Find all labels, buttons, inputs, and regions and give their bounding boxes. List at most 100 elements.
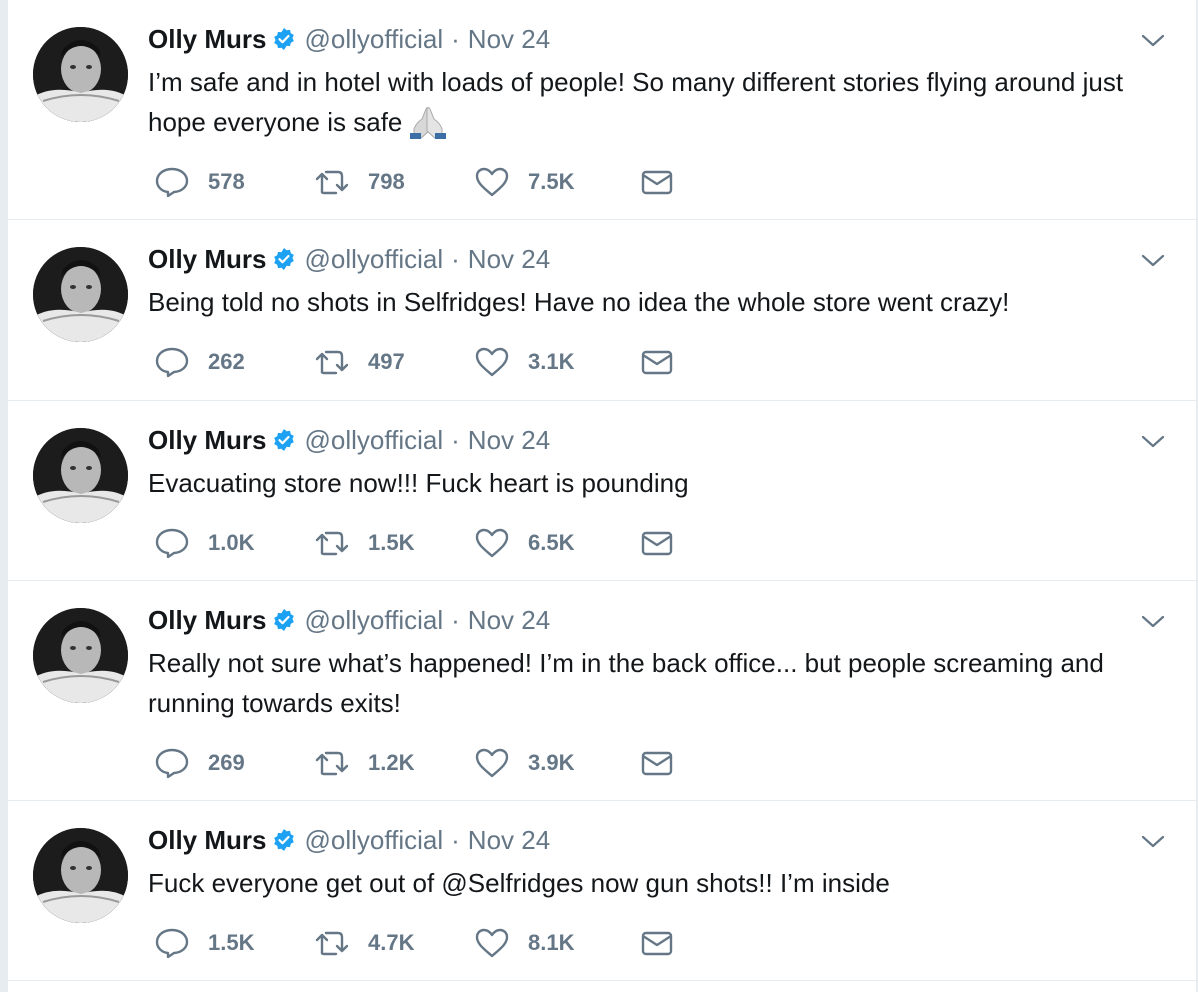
separator: · (451, 243, 460, 274)
like-count: 3.9K (528, 750, 575, 775)
retweet-count: 497 (368, 349, 405, 374)
avatar[interactable] (33, 428, 128, 523)
envelope-icon[interactable] (640, 167, 674, 197)
display-name[interactable]: Olly Murs (148, 24, 266, 55)
reply-count: 578 (208, 169, 245, 194)
chevron-down-icon[interactable] (1140, 433, 1166, 451)
verified-badge-icon (274, 28, 295, 50)
avatar[interactable] (33, 247, 128, 342)
timestamp[interactable]: Nov 24 (468, 605, 550, 636)
heart-icon (475, 528, 509, 558)
retweet-count: 1.2K (368, 750, 415, 775)
separator: · (451, 604, 460, 635)
reply-count: 1.0K (208, 530, 255, 555)
display-name[interactable]: Olly Murs (148, 605, 266, 636)
retweet-icon (315, 531, 349, 556)
retweet-button[interactable]: 497 (314, 346, 474, 378)
timestamp[interactable]: Nov 24 (468, 24, 550, 55)
chevron-down-icon[interactable] (1140, 32, 1166, 50)
like-button[interactable]: 3.1K (474, 346, 634, 378)
heart-icon (475, 347, 509, 377)
tweet-text: I’m safe and in hotel with loads of peop… (148, 62, 1168, 142)
like-button[interactable]: 8.1K (474, 927, 634, 959)
timestamp[interactable]: Nov 24 (468, 244, 550, 275)
retweet-count: 1.5K (368, 530, 415, 555)
like-button[interactable]: 6.5K (474, 527, 634, 559)
tweet-actions: 1.5K 4.7K 8.1K (154, 927, 674, 959)
tweet-header: Olly Murs @ollyofficial · Nov 24 (148, 242, 550, 276)
retweet-count: 4.7K (368, 930, 415, 955)
avatar[interactable] (33, 828, 128, 923)
tweet-actions: 269 1.2K 3.9K (154, 747, 674, 779)
retweet-icon (315, 931, 349, 956)
reply-icon (155, 347, 189, 378)
folded-hands-emoji (410, 107, 447, 140)
tweet-actions: 262 497 3.1K (154, 346, 674, 378)
reply-button[interactable]: 578 (154, 166, 314, 198)
like-count: 8.1K (528, 930, 575, 955)
tweet-header: Olly Murs @ollyofficial · Nov 24 (148, 603, 550, 637)
retweet-button[interactable]: 4.7K (314, 927, 474, 959)
tweet[interactable]: Olly Murs @ollyofficial · Nov 24 Fuck ev… (8, 801, 1196, 981)
avatar[interactable] (33, 27, 128, 122)
display-name[interactable]: Olly Murs (148, 244, 266, 275)
retweet-icon (315, 751, 349, 776)
tweet-text: Really not sure what’s happened! I’m in … (148, 648, 1104, 718)
reply-button[interactable]: 269 (154, 747, 314, 779)
username[interactable]: @ollyofficial (304, 825, 443, 856)
chevron-down-icon[interactable] (1140, 613, 1166, 631)
username[interactable]: @ollyofficial (304, 425, 443, 456)
retweet-button[interactable]: 1.2K (314, 747, 474, 779)
tweet-text-content: I’m safe and in hotel with loads of peop… (148, 67, 1124, 137)
timestamp[interactable]: Nov 24 (468, 425, 550, 456)
separator: · (451, 424, 460, 455)
reply-count: 262 (208, 349, 245, 374)
chevron-down-icon[interactable] (1140, 833, 1166, 851)
retweet-button[interactable]: 798 (314, 166, 474, 198)
username[interactable]: @ollyofficial (304, 605, 443, 636)
like-button[interactable]: 3.9K (474, 747, 634, 779)
reply-button[interactable]: 262 (154, 346, 314, 378)
username[interactable]: @ollyofficial (304, 244, 443, 275)
tweet-header: Olly Murs @ollyofficial · Nov 24 (148, 423, 550, 457)
reply-button[interactable]: 1.5K (154, 927, 314, 959)
verified-badge-icon (274, 429, 295, 451)
timestamp[interactable]: Nov 24 (468, 825, 550, 856)
heart-icon (475, 928, 509, 958)
reply-count: 269 (208, 750, 245, 775)
heart-icon (475, 167, 509, 197)
tweet-text: Fuck everyone get out of @Selfridges now… (148, 868, 890, 898)
display-name[interactable]: Olly Murs (148, 825, 266, 856)
verified-badge-icon (274, 248, 295, 270)
heart-icon (475, 748, 509, 778)
tweet[interactable]: Olly Murs @ollyofficial · Nov 24 Really … (8, 581, 1196, 801)
tweet[interactable]: Olly Murs @ollyofficial · Nov 24 I’m saf… (8, 0, 1196, 220)
reply-button[interactable]: 1.0K (154, 527, 314, 559)
retweet-icon (315, 170, 349, 195)
tweet-text: Being told no shots in Selfridges! Have … (148, 287, 1010, 317)
retweet-button[interactable]: 1.5K (314, 527, 474, 559)
envelope-icon[interactable] (640, 528, 674, 558)
tweet-text: Evacuating store now!!! Fuck heart is po… (148, 468, 689, 498)
avatar[interactable] (33, 608, 128, 703)
like-count: 6.5K (528, 530, 575, 555)
username[interactable]: @ollyofficial (304, 24, 443, 55)
tweet[interactable]: Olly Murs @ollyofficial · Nov 24 Being t… (8, 220, 1196, 401)
tweet-header: Olly Murs @ollyofficial · Nov 24 (148, 22, 550, 56)
verified-badge-icon (274, 609, 295, 631)
tweet[interactable]: Olly Murs @ollyofficial · Nov 24 Evacuat… (8, 401, 1196, 581)
envelope-icon[interactable] (640, 928, 674, 958)
tweet-header: Olly Murs @ollyofficial · Nov 24 (148, 823, 550, 857)
reply-icon (155, 748, 189, 779)
reply-count: 1.5K (208, 930, 255, 955)
retweet-icon (315, 350, 349, 375)
separator: · (451, 23, 460, 54)
tweet-actions: 578 798 7.5K (154, 166, 674, 198)
chevron-down-icon[interactable] (1140, 252, 1166, 270)
envelope-icon[interactable] (640, 347, 674, 377)
reply-icon (155, 167, 189, 198)
display-name[interactable]: Olly Murs (148, 425, 266, 456)
envelope-icon[interactable] (640, 748, 674, 778)
like-button[interactable]: 7.5K (474, 166, 634, 198)
separator: · (451, 824, 460, 855)
